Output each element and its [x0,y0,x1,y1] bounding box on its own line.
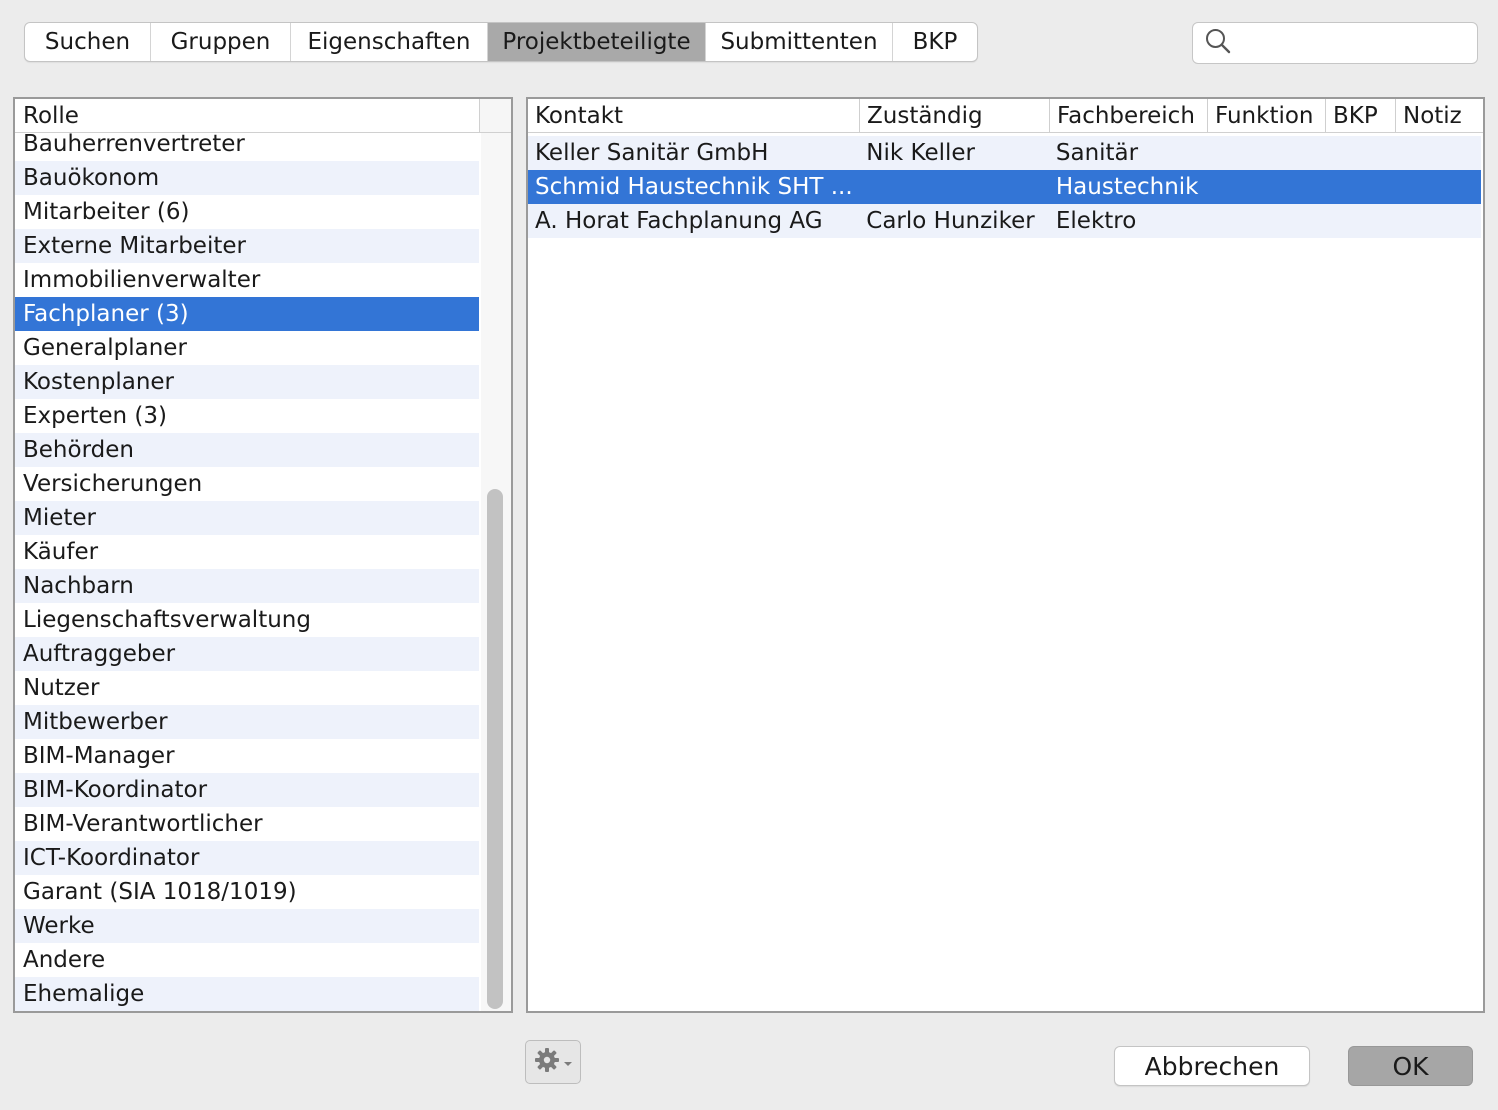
tab-bkp[interactable]: BKP [892,23,977,61]
table-row[interactable]: A. Horat Fachplanung AG Carlo Hunziker Ele… [528,204,1481,238]
tab-eigenschaften[interactable]: Eigenschaften [290,23,487,61]
role-list-item[interactable]: Ehemalige [15,977,479,1011]
cell-bkp [1324,136,1394,170]
chevron-down-icon [563,1053,573,1072]
role-column-header[interactable]: Rolle [15,99,479,133]
cell-funktion [1207,136,1325,170]
role-list-item[interactable]: BIM-Koordinator [15,773,479,807]
role-list-item[interactable]: Immobilienverwalter [15,263,479,297]
table-row[interactable]: Schmid Haustechnik SHT ... Haustechnik [528,170,1481,204]
role-list-item[interactable]: BIM-Verantwortlicher [15,807,479,841]
role-list-item[interactable]: Generalplaner [15,331,479,365]
cell-funktion [1207,204,1325,238]
role-list-item[interactable]: Behörden [15,433,479,467]
tab-bar: Suchen Gruppen Eigenschaften Projektbete… [24,22,978,62]
cell-fachbereich: Sanitär [1055,140,1139,166]
cell-notiz [1394,136,1481,170]
role-list-item[interactable]: Versicherungen [15,467,479,501]
role-list-item[interactable]: ICT-Koordinator [15,841,479,875]
role-list-scrollbar[interactable] [481,133,511,1011]
column-header-notiz[interactable]: Notiz [1396,99,1483,132]
gear-icon [534,1047,560,1077]
table-row[interactable]: Keller Sanitär GmbH Nik Keller Sanitär [528,136,1481,170]
contacts-table-body: Keller Sanitär GmbH Nik Keller Sanitär Schm… [528,136,1481,238]
search-field[interactable] [1192,22,1478,64]
cell-bkp [1324,170,1394,204]
role-list: Bauherrenvertreter Bauökonom Mitarbeiter (… [15,127,479,1011]
role-list-item[interactable]: Auftraggeber [15,637,479,671]
tab-gruppen[interactable]: Gruppen [150,23,290,61]
cell-kontakt: A. Horat Fachplanung AG [535,208,823,234]
cell-zustaendig [859,170,1049,204]
role-list-panel: Bauherrenvertreter Bauökonom Mitarbeiter (… [13,97,513,1013]
cell-notiz [1394,204,1481,238]
column-header-zustaendig[interactable]: Zuständig [860,99,1050,132]
cell-bkp [1324,204,1394,238]
column-header-funktion[interactable]: Funktion [1208,99,1326,132]
action-menu-button[interactable] [525,1040,581,1084]
search-icon [1205,28,1231,58]
role-list-item[interactable]: Werke [15,909,479,943]
column-header-kontakt[interactable]: Kontakt [528,99,860,132]
role-list-item[interactable]: Mitbewerber [15,705,479,739]
contacts-table-panel: Kontakt Zuständig Fachbereich Funktion B… [526,97,1485,1013]
ok-button[interactable]: OK [1348,1046,1473,1086]
role-list-item[interactable]: BIM-Manager [15,739,479,773]
cell-fachbereich: Elektro [1055,208,1137,234]
role-list-item[interactable]: Externe Mitarbeiter [15,229,479,263]
role-list-item[interactable]: Liegenschaftsverwaltung [15,603,479,637]
role-list-item[interactable]: Experten (3) [15,399,479,433]
cell-zustaendig: Nik Keller [866,140,975,166]
header-corner [479,99,511,133]
scrollbar-thumb[interactable] [487,489,503,1009]
tab-submittenten[interactable]: Submittenten [705,23,892,61]
role-list-item[interactable]: Mitarbeiter (6) [15,195,479,229]
column-header-fachbereich[interactable]: Fachbereich [1050,99,1208,132]
search-input[interactable] [1239,30,1469,56]
role-list-item[interactable]: Garant (SIA 1018/1019) [15,875,479,909]
cell-kontakt: Schmid Haustechnik SHT ... [535,174,853,200]
role-list-item[interactable]: Andere [15,943,479,977]
contacts-table-header: Kontakt Zuständig Fachbereich Funktion B… [528,99,1483,133]
role-list-item[interactable]: Käufer [15,535,479,569]
cell-zustaendig: Carlo Hunziker [866,208,1035,234]
tab-suchen[interactable]: Suchen [25,23,150,61]
role-list-item[interactable]: Mieter [15,501,479,535]
role-list-item[interactable]: Nachbarn [15,569,479,603]
cell-fachbereich: Haustechnik [1055,174,1199,200]
cell-kontakt: Keller Sanitär GmbH [535,140,769,166]
role-list-item[interactable]: Nutzer [15,671,479,705]
cell-notiz [1394,170,1481,204]
cancel-button[interactable]: Abbrechen [1114,1046,1310,1086]
role-list-item[interactable]: Kostenplaner [15,365,479,399]
role-list-item[interactable]: Fachplaner (3) [15,297,479,331]
column-header-bkp[interactable]: BKP [1326,99,1396,132]
cell-funktion [1207,170,1325,204]
tab-projektbeteiligte[interactable]: Projektbeteiligte [487,23,705,61]
role-list-item[interactable]: Bauökonom [15,161,479,195]
